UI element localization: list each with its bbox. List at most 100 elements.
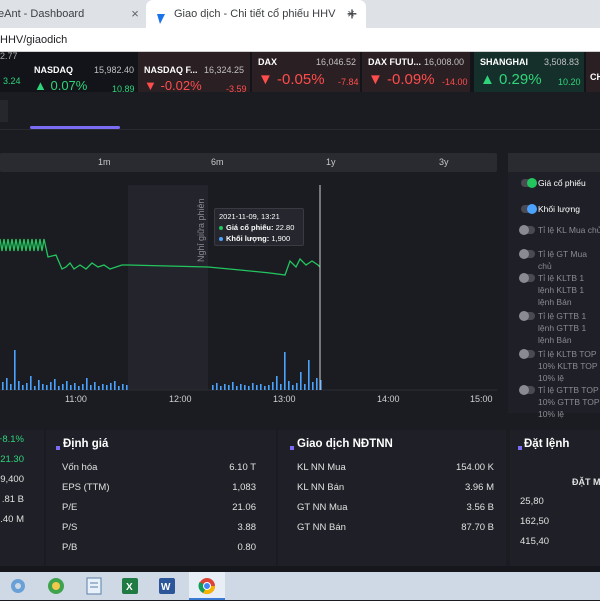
volume-bar bbox=[50, 382, 52, 390]
volume-bar bbox=[248, 386, 250, 390]
toggle-switch[interactable] bbox=[519, 311, 535, 321]
chart-legend-panel: Giá cổ phiếu Khối lượng Tỉ lệ KL Mua chủ Tỉ… bbox=[508, 153, 600, 419]
chrome-icon[interactable] bbox=[197, 576, 217, 596]
tab-giao-dich[interactable]: Giao dịch - Chi tiết cổ phiếu HHV × bbox=[146, 0, 366, 28]
range-6m-button[interactable]: 6m bbox=[211, 153, 224, 172]
panel-title: Giao dịch NĐTNN bbox=[297, 438, 393, 450]
legend-label: Giá cổ phiếu bbox=[538, 178, 586, 188]
toggle-switch[interactable] bbox=[521, 204, 537, 214]
volume-bar bbox=[54, 379, 56, 390]
panel-giao-dich-ndtnn: Giao dịch NĐTNN KL NN Mua 154.00 K KL NN… bbox=[278, 430, 506, 568]
ticker-dax[interactable]: DAX 16,046.52 ▼ -0.05% -7.84 bbox=[252, 52, 360, 92]
ticker-pct: ▼ -0.05% bbox=[258, 71, 325, 88]
settings-icon[interactable] bbox=[8, 576, 28, 596]
row-value: 21.06 bbox=[232, 502, 256, 513]
ticker-pct-value: -0.09% bbox=[387, 71, 435, 88]
ticker-partial-change: 3.24 bbox=[3, 76, 21, 86]
ticker-partial-right[interactable]: CH bbox=[586, 52, 600, 92]
toggle-knob bbox=[519, 385, 529, 395]
volume-bar bbox=[94, 382, 96, 390]
tab-dashboard[interactable]: eAnt - Dashboard × bbox=[0, 0, 146, 28]
toggle-switch[interactable] bbox=[521, 178, 537, 188]
panel-price-summary: +8.1% 21.30 9,400 .81 B .40 M bbox=[0, 430, 44, 568]
volume-bar bbox=[2, 382, 4, 390]
row-label: GT NN Bán bbox=[297, 522, 346, 533]
order-price[interactable]: 25,80 bbox=[520, 496, 544, 507]
change-pct: +8.1% bbox=[0, 434, 24, 445]
row-label: P/S bbox=[62, 522, 78, 533]
ticker-nasdaq-futures[interactable]: NASDAQ F... 16,324.25 ▼ -0.02% -3.59 bbox=[138, 52, 250, 94]
volume-bar bbox=[284, 352, 286, 390]
x-tick: 15:00 bbox=[470, 394, 493, 404]
row-label: GT NN Mua bbox=[297, 502, 348, 513]
volume-bar bbox=[114, 381, 116, 390]
range-3y-button[interactable]: 3y bbox=[439, 153, 449, 172]
order-price[interactable]: 162,50 bbox=[520, 516, 549, 527]
volume-bar bbox=[280, 384, 282, 390]
volume-bar bbox=[296, 383, 298, 390]
row-label: KL NN Mua bbox=[297, 462, 346, 473]
volume-bar bbox=[224, 384, 226, 390]
close-icon[interactable]: × bbox=[128, 0, 142, 28]
volume-bar bbox=[46, 385, 48, 390]
ticker-shanghai[interactable]: SHANGHAI 3,508.83 ▲ 0.29% 10.20 bbox=[474, 52, 584, 92]
price-dot-icon bbox=[219, 226, 223, 231]
volume-bar bbox=[212, 385, 214, 390]
row-label: EPS (TTM) bbox=[62, 482, 110, 493]
volume-bar bbox=[256, 385, 258, 390]
toggle-knob bbox=[519, 249, 529, 259]
ticker-value: 15,982.40 bbox=[94, 65, 135, 75]
row-value: 3.96 M bbox=[464, 482, 494, 493]
ticker-pct-value: -0.05% bbox=[277, 71, 325, 88]
ticker-pct: ▼ -0.09% bbox=[368, 71, 435, 88]
excel-icon[interactable]: X bbox=[120, 576, 140, 596]
ticker-change: 10.20 bbox=[558, 77, 581, 87]
ticker-name: NASDAQ bbox=[34, 65, 74, 75]
down-arrow-icon: ▼ bbox=[258, 71, 278, 88]
word-icon[interactable]: W bbox=[157, 576, 177, 596]
volume-bar bbox=[74, 383, 76, 390]
volume-bar bbox=[264, 386, 266, 390]
volume-bar bbox=[220, 386, 222, 390]
ticker-nasdaq[interactable]: NASDAQ 15,982.40 ▲ 0.07% 10.89 bbox=[34, 52, 136, 94]
x-tick: 12:00 bbox=[169, 394, 192, 404]
address-bar[interactable]: HHV/giaodich bbox=[0, 28, 600, 52]
notepad-icon[interactable] bbox=[84, 576, 104, 596]
volume-bar bbox=[42, 384, 44, 390]
value-traded: .81 B bbox=[1, 494, 24, 505]
tooltip-time: 2021-11-09, 13:21 bbox=[219, 212, 280, 221]
toggle-knob bbox=[527, 178, 537, 188]
range-1m-button[interactable]: 1m bbox=[98, 153, 111, 172]
panel-title: Định giá bbox=[63, 438, 109, 450]
row-label: P/B bbox=[62, 542, 78, 553]
volume-bar bbox=[34, 386, 36, 390]
new-tab-button[interactable]: + bbox=[342, 2, 362, 26]
title-accent-icon bbox=[290, 446, 294, 450]
ticker-dax-futures[interactable]: DAX FUTU... 16,008.00 ▼ -0.09% -14.00 bbox=[362, 52, 470, 92]
volume-bar bbox=[98, 386, 100, 390]
volume-bar bbox=[106, 385, 108, 390]
order-price[interactable]: 415,40 bbox=[520, 536, 549, 547]
ticker-pct: ▼ -0.02% bbox=[144, 78, 202, 93]
volume-bar bbox=[236, 386, 238, 390]
toggle-switch[interactable] bbox=[519, 385, 535, 395]
sync-icon[interactable] bbox=[46, 576, 66, 596]
toggle-switch[interactable] bbox=[519, 225, 535, 235]
range-1y-button[interactable]: 1y bbox=[326, 153, 336, 172]
volume-bar bbox=[122, 384, 124, 390]
row-value: 154.00 K bbox=[455, 462, 494, 473]
ticker-pct-value: 0.29% bbox=[499, 71, 542, 88]
legend-label: Tỉ lệ GTTB TOP 10% GTTB TOP 10% lệ bbox=[538, 385, 600, 419]
toggle-knob bbox=[519, 349, 529, 359]
volume-bar bbox=[232, 382, 234, 390]
market-ticker: 2.77 3.24 NASDAQ 15,982.40 ▲ 0.07% 10.89… bbox=[0, 51, 600, 94]
volume-bar bbox=[304, 384, 306, 390]
toggle-switch[interactable] bbox=[519, 349, 535, 359]
x-tick: 11:00 bbox=[65, 394, 87, 404]
toggle-switch[interactable] bbox=[519, 249, 535, 259]
volume-bar bbox=[10, 384, 12, 390]
volume-bar bbox=[38, 380, 40, 390]
toggle-switch[interactable] bbox=[519, 273, 535, 283]
row-value: 3.56 B bbox=[466, 502, 494, 513]
volume-bar bbox=[26, 383, 28, 390]
